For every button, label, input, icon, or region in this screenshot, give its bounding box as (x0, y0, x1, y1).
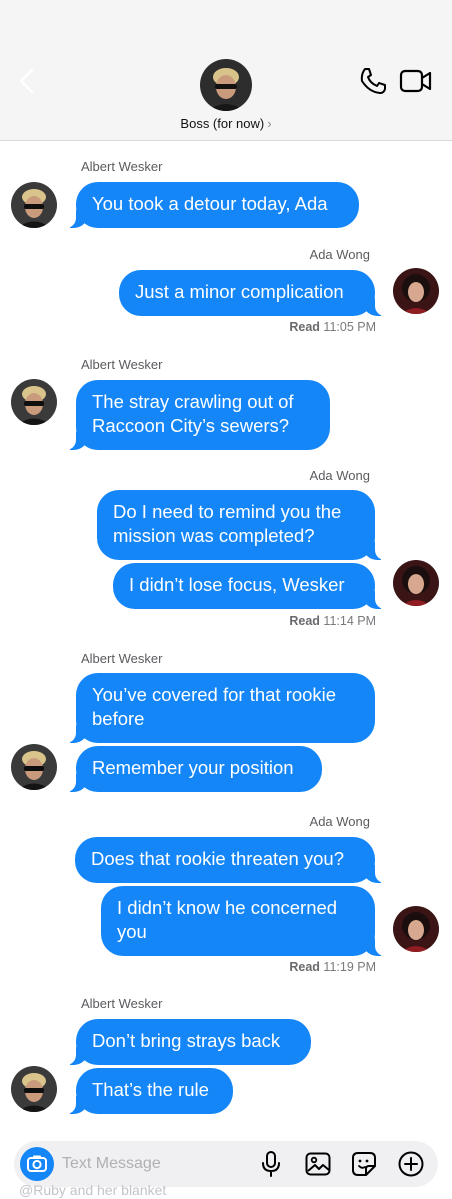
watermark: @Ruby and her blanket (19, 1182, 167, 1198)
camera-icon[interactable] (20, 1147, 54, 1181)
incoming-message[interactable]: You’ve covered for that rookie before (64, 673, 375, 743)
incoming-message[interactable]: The stray crawling out of Raccoon City’s… (64, 380, 330, 450)
outgoing-message[interactable]: I didn’t know he concerned you (101, 886, 387, 956)
sender-name: Albert Wesker (81, 996, 163, 1011)
video-camera-icon[interactable] (399, 67, 433, 95)
chevron-right-icon: › (267, 116, 272, 131)
ada-avatar[interactable] (393, 906, 439, 952)
outgoing-message[interactable]: Does that rookie threaten you? (75, 837, 387, 883)
wesker-avatar[interactable] (11, 182, 57, 228)
read-receipt: Read 11:05 PM (289, 320, 376, 334)
gallery-icon[interactable] (304, 1150, 332, 1178)
ada-avatar[interactable] (393, 560, 439, 606)
read-receipt: Read 11:14 PM (289, 614, 376, 628)
wesker-avatar[interactable] (11, 379, 57, 425)
ada-avatar[interactable] (393, 268, 439, 314)
sender-name: Ada Wong (309, 814, 370, 829)
sender-name: Ada Wong (309, 247, 370, 262)
wesker-avatar[interactable] (11, 1066, 57, 1112)
wesker-avatar[interactable] (11, 744, 57, 790)
incoming-message[interactable]: Remember your position (64, 746, 322, 792)
outgoing-message[interactable]: Do I need to remind you the mission was … (97, 490, 387, 560)
back-chevron-icon[interactable] (16, 66, 38, 96)
sender-name: Albert Wesker (81, 357, 163, 372)
plus-icon[interactable] (397, 1150, 425, 1178)
sender-name: Ada Wong (309, 468, 370, 483)
message-input[interactable] (62, 1152, 242, 1176)
outgoing-message[interactable]: Just a minor complication (119, 270, 387, 316)
incoming-message[interactable]: You took a detour today, Ada (64, 182, 359, 228)
read-receipt: Read 11:19 PM (289, 960, 376, 974)
contact-name: Boss (for now) (180, 116, 265, 131)
sticker-icon[interactable] (350, 1150, 378, 1178)
chat-header: Boss (for now) › (0, 0, 452, 141)
microphone-icon[interactable] (257, 1150, 285, 1178)
contact-avatar[interactable] (200, 59, 252, 111)
incoming-message[interactable]: That’s the rule (64, 1068, 233, 1114)
outgoing-message[interactable]: I didn’t lose focus, Wesker (113, 563, 387, 609)
phone-icon[interactable] (358, 66, 388, 96)
contact-name-button[interactable]: Boss (for now) › (0, 116, 452, 131)
sender-name: Albert Wesker (81, 159, 163, 174)
sender-name: Albert Wesker (81, 651, 163, 666)
incoming-message[interactable]: Don’t bring strays back (64, 1019, 311, 1065)
